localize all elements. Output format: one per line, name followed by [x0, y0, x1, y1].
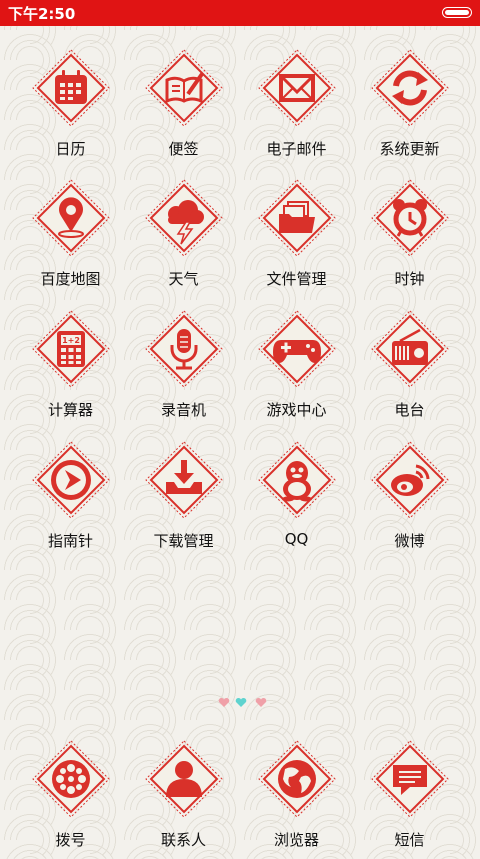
app-label: 录音机 [160, 401, 206, 419]
dialer-icon [31, 740, 110, 818]
dock-contacts[interactable]: 联系人 [127, 739, 240, 859]
gamepad-icon [257, 310, 336, 388]
contact-icon [144, 740, 223, 818]
mail-icon [257, 49, 336, 127]
dock-dialer[interactable]: 拨号 [14, 739, 127, 859]
penguin-icon [257, 441, 336, 519]
page-indicator[interactable] [216, 696, 272, 710]
battery-icon [442, 7, 472, 18]
map-pin-icon [31, 179, 110, 257]
app-label: 电台 [394, 401, 425, 419]
app-label: 指南针 [47, 532, 93, 550]
app-label: 微博 [394, 532, 425, 550]
microphone-icon [144, 310, 223, 388]
app-label: 浏览器 [273, 831, 319, 849]
app-label: 短信 [394, 831, 425, 849]
app-email[interactable]: 电子邮件 [240, 48, 353, 168]
weibo-icon [370, 441, 449, 519]
page-dot[interactable] [218, 697, 230, 707]
notebook-icon [144, 49, 223, 127]
app-clock[interactable]: 时钟 [353, 178, 466, 298]
app-game-center[interactable]: 游戏中心 [240, 309, 353, 429]
app-weibo[interactable]: 微博 [353, 440, 466, 560]
app-label: 拨号 [55, 831, 86, 849]
page-dot-active[interactable] [235, 697, 247, 707]
app-label: 计算器 [47, 401, 93, 419]
app-radio[interactable]: 电台 [353, 309, 466, 429]
folder-icon [257, 179, 336, 257]
compass-icon [31, 441, 110, 519]
app-weather[interactable]: 天气 [127, 178, 240, 298]
refresh-icon [370, 49, 449, 127]
app-compass[interactable]: 指南针 [14, 440, 127, 560]
app-label: 文件管理 [266, 270, 327, 288]
app-label: 天气 [168, 270, 199, 288]
calendar-icon [31, 49, 110, 127]
app-qq[interactable]: QQ [240, 440, 353, 560]
app-label: 系统更新 [379, 140, 440, 158]
app-notes[interactable]: 便签 [127, 48, 240, 168]
svg-text:1+2: 1+2 [62, 336, 80, 345]
download-icon [144, 441, 223, 519]
radio-icon [370, 310, 449, 388]
dock-messages[interactable]: 短信 [353, 739, 466, 859]
storm-cloud-icon [144, 179, 223, 257]
message-icon [370, 740, 449, 818]
app-download-manager[interactable]: 下载管理 [127, 440, 240, 560]
dock-browser[interactable]: 浏览器 [240, 739, 353, 859]
app-label: 游戏中心 [266, 401, 327, 419]
app-label: QQ [284, 530, 309, 548]
page-dot[interactable] [255, 697, 267, 707]
app-calculator[interactable]: 1+2 计算器 [14, 309, 127, 429]
app-label: 下载管理 [153, 532, 214, 550]
globe-icon [257, 740, 336, 818]
status-time: 下午2:50 [8, 5, 76, 23]
app-label: 便签 [168, 140, 199, 158]
calculator-icon: 1+2 [31, 310, 110, 388]
app-label: 日历 [55, 140, 86, 158]
app-file-manager[interactable]: 文件管理 [240, 178, 353, 298]
app-label: 百度地图 [40, 270, 101, 288]
app-recorder[interactable]: 录音机 [127, 309, 240, 429]
app-label: 电子邮件 [266, 140, 327, 158]
app-label: 联系人 [160, 831, 206, 849]
status-bar: 下午2:50 [0, 0, 480, 26]
app-system-update[interactable]: 系统更新 [353, 48, 466, 168]
app-calendar[interactable]: 日历 [14, 48, 127, 168]
app-label: 时钟 [394, 270, 425, 288]
alarm-clock-icon [370, 179, 449, 257]
app-baidu-map[interactable]: 百度地图 [14, 178, 127, 298]
